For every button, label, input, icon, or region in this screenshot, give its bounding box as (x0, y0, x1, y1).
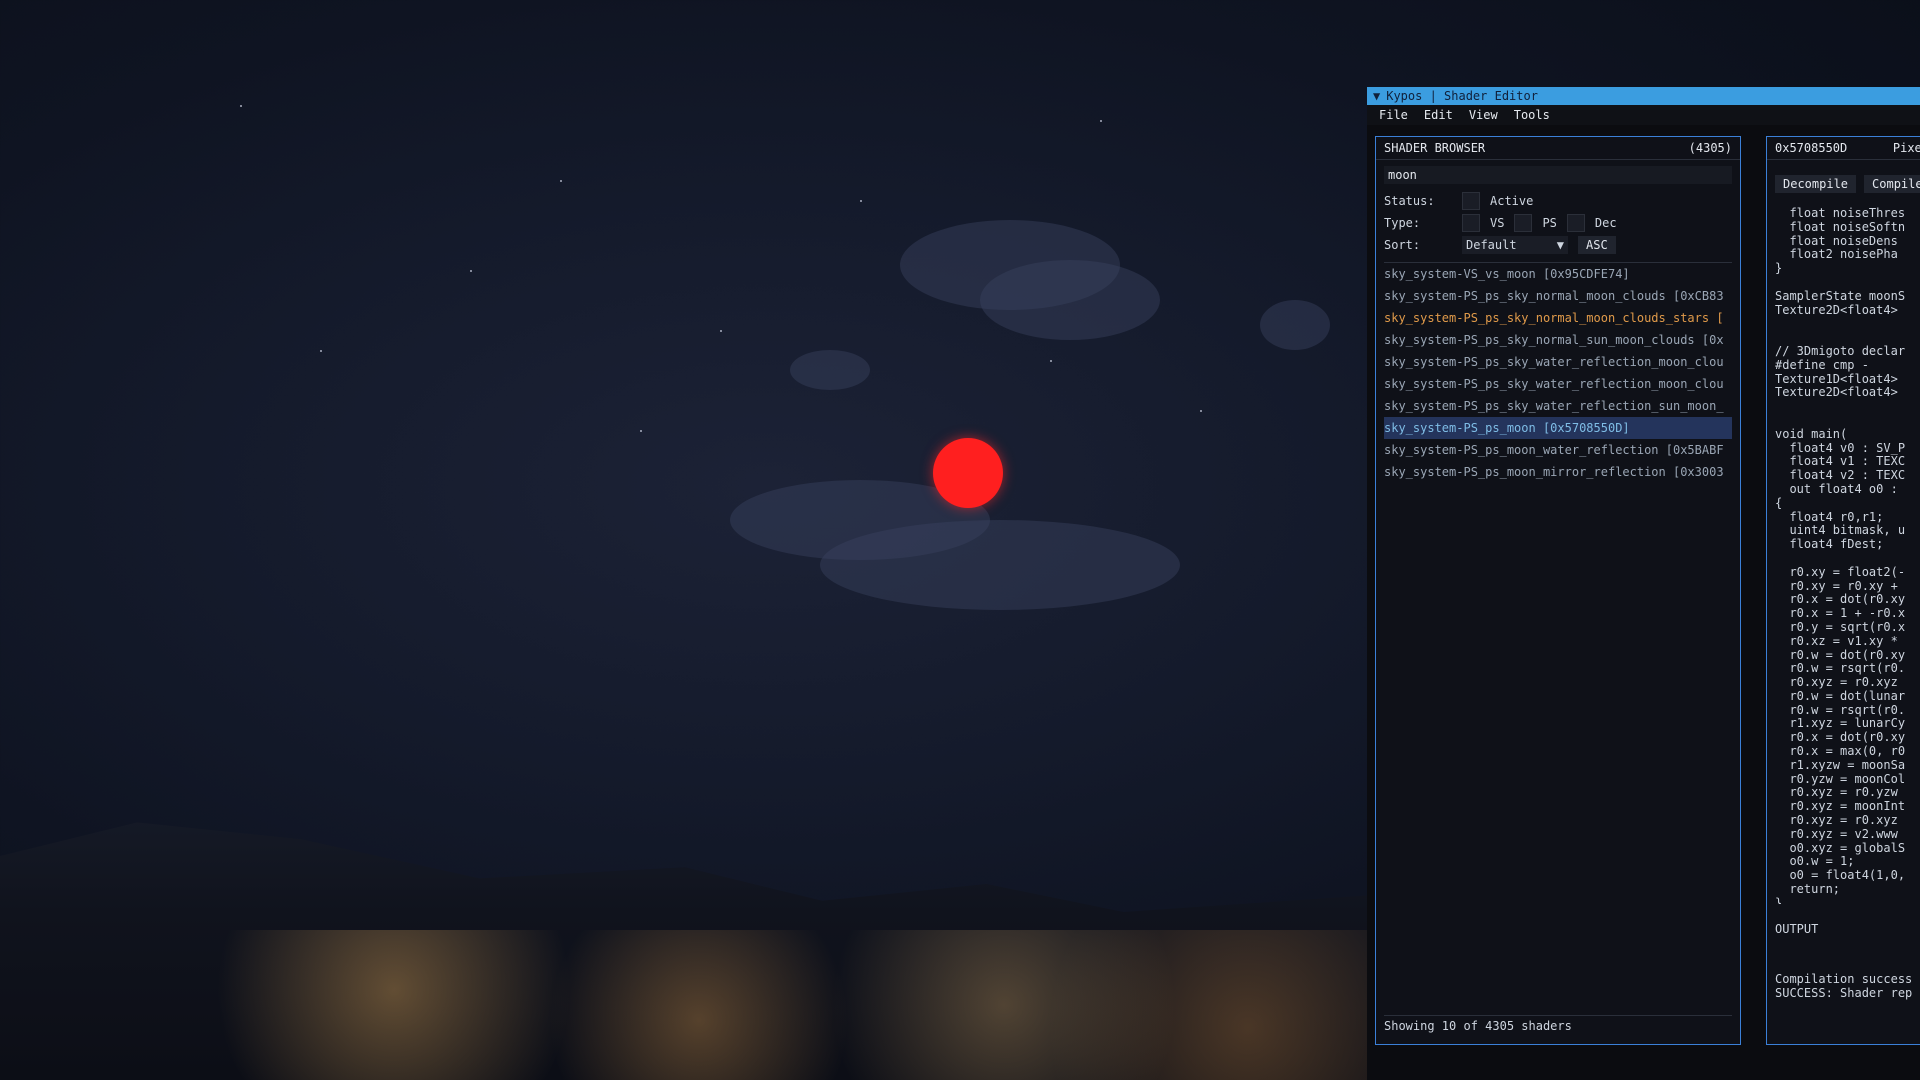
sort-value: Default (1466, 238, 1517, 252)
shader-list-item[interactable]: sky_system-PS_ps_moon_water_reflection [… (1384, 439, 1732, 461)
sort-order-button[interactable]: ASC (1578, 236, 1616, 254)
cloud (790, 350, 870, 390)
shader-code-panel: 0x5708550D Pixel Decompile Compile float… (1766, 136, 1920, 1045)
vs-checkbox[interactable] (1462, 214, 1480, 232)
star (640, 430, 642, 432)
shader-list: sky_system-VS_vs_moon [0x95CDFE74] sky_s… (1384, 262, 1732, 483)
shader-list-item-selected[interactable]: sky_system-PS_ps_moon [0x5708550D] (1384, 417, 1732, 439)
sort-row: Sort: Default ▼ ASC (1376, 234, 1740, 256)
star (240, 105, 242, 107)
star (470, 270, 472, 272)
ps-label: PS (1542, 216, 1557, 230)
dec-label: Dec (1594, 216, 1617, 230)
cloud (980, 260, 1160, 340)
star (560, 180, 562, 182)
window-titlebar[interactable]: ▼ Kypos | Shader Editor (1367, 87, 1920, 105)
sort-select[interactable]: Default ▼ (1462, 236, 1568, 254)
collapse-arrow-icon[interactable]: ▼ (1373, 89, 1380, 103)
menubar: File Edit View Tools (1367, 105, 1920, 125)
menu-file[interactable]: File (1379, 108, 1408, 122)
shader-list-item[interactable]: sky_system-PS_ps_sky_normal_sun_moon_clo… (1384, 329, 1732, 351)
window-title: Kypos | Shader Editor (1386, 89, 1538, 103)
star (1100, 120, 1102, 122)
dec-checkbox[interactable] (1566, 214, 1585, 232)
shader-list-item[interactable]: sky_system-PS_ps_sky_water_reflection_mo… (1384, 373, 1732, 395)
code-header: 0x5708550D Pixel (1767, 137, 1920, 160)
cloud (820, 520, 1180, 610)
star (860, 200, 862, 202)
decompile-button[interactable]: Decompile (1775, 175, 1857, 193)
shader-code[interactable]: float noiseThres float noiseSoftn float … (1775, 207, 1920, 904)
star (320, 350, 322, 352)
shader-browser-panel: SHADER BROWSER (4305) moon Status: Activ… (1375, 136, 1741, 1045)
active-label: Active (1490, 194, 1534, 208)
shader-list-item[interactable]: sky_system-VS_vs_moon [0x95CDFE74] (1384, 263, 1732, 285)
search-input[interactable]: moon (1384, 166, 1732, 184)
ps-checkbox[interactable] (1514, 214, 1533, 232)
browser-title: SHADER BROWSER (1384, 141, 1486, 155)
shader-list-item[interactable]: sky_system-PS_ps_sky_water_reflection_mo… (1384, 351, 1732, 373)
cloud (1260, 300, 1330, 350)
shader-list-item[interactable]: sky_system-PS_ps_sky_normal_moon_clouds_… (1384, 307, 1732, 329)
type-label: Type: (1384, 216, 1421, 230)
status-row: Status: Active (1376, 190, 1740, 212)
red-moon (933, 438, 1003, 508)
shader-kind: Pixel (1892, 141, 1920, 155)
status-label: Status: (1384, 194, 1435, 208)
type-row: Type: VS PS Dec (1376, 212, 1740, 234)
shader-list-item[interactable]: sky_system-PS_ps_sky_water_reflection_su… (1384, 395, 1732, 417)
active-checkbox[interactable] (1462, 192, 1480, 210)
browser-footer: Showing 10 of 4305 shaders (1384, 1015, 1732, 1036)
menu-tools[interactable]: Tools (1514, 108, 1550, 122)
output-title: OUTPUT (1775, 922, 1819, 936)
shader-editor-window: ▼ Kypos | Shader Editor File Edit View T… (1367, 87, 1920, 1080)
vs-label: VS (1490, 216, 1505, 230)
output-area: OUTPUT Compilation success SUCCESS: Shad… (1775, 894, 1920, 1004)
sort-label: Sort: (1384, 238, 1421, 252)
shader-hash: 0x5708550D (1775, 141, 1848, 155)
shader-list-item[interactable]: sky_system-PS_ps_sky_normal_moon_clouds … (1384, 285, 1732, 307)
compile-button[interactable]: Compile (1864, 175, 1920, 193)
star (1200, 410, 1202, 412)
shader-list-item[interactable]: sky_system-PS_ps_moon_mirror_reflection … (1384, 461, 1732, 483)
menu-view[interactable]: View (1469, 108, 1498, 122)
browser-header: SHADER BROWSER (4305) (1376, 137, 1740, 160)
shader-count: (4305) (1688, 141, 1732, 155)
code-toolbar: Decompile Compile (1775, 175, 1920, 193)
chevron-down-icon: ▼ (1556, 238, 1564, 252)
menu-edit[interactable]: Edit (1424, 108, 1453, 122)
output-text: Compilation success SUCCESS: Shader rep (1775, 972, 1913, 1000)
star (1050, 360, 1052, 362)
star (720, 330, 722, 332)
city-lights (150, 930, 1370, 1080)
search-value: moon (1388, 168, 1417, 182)
